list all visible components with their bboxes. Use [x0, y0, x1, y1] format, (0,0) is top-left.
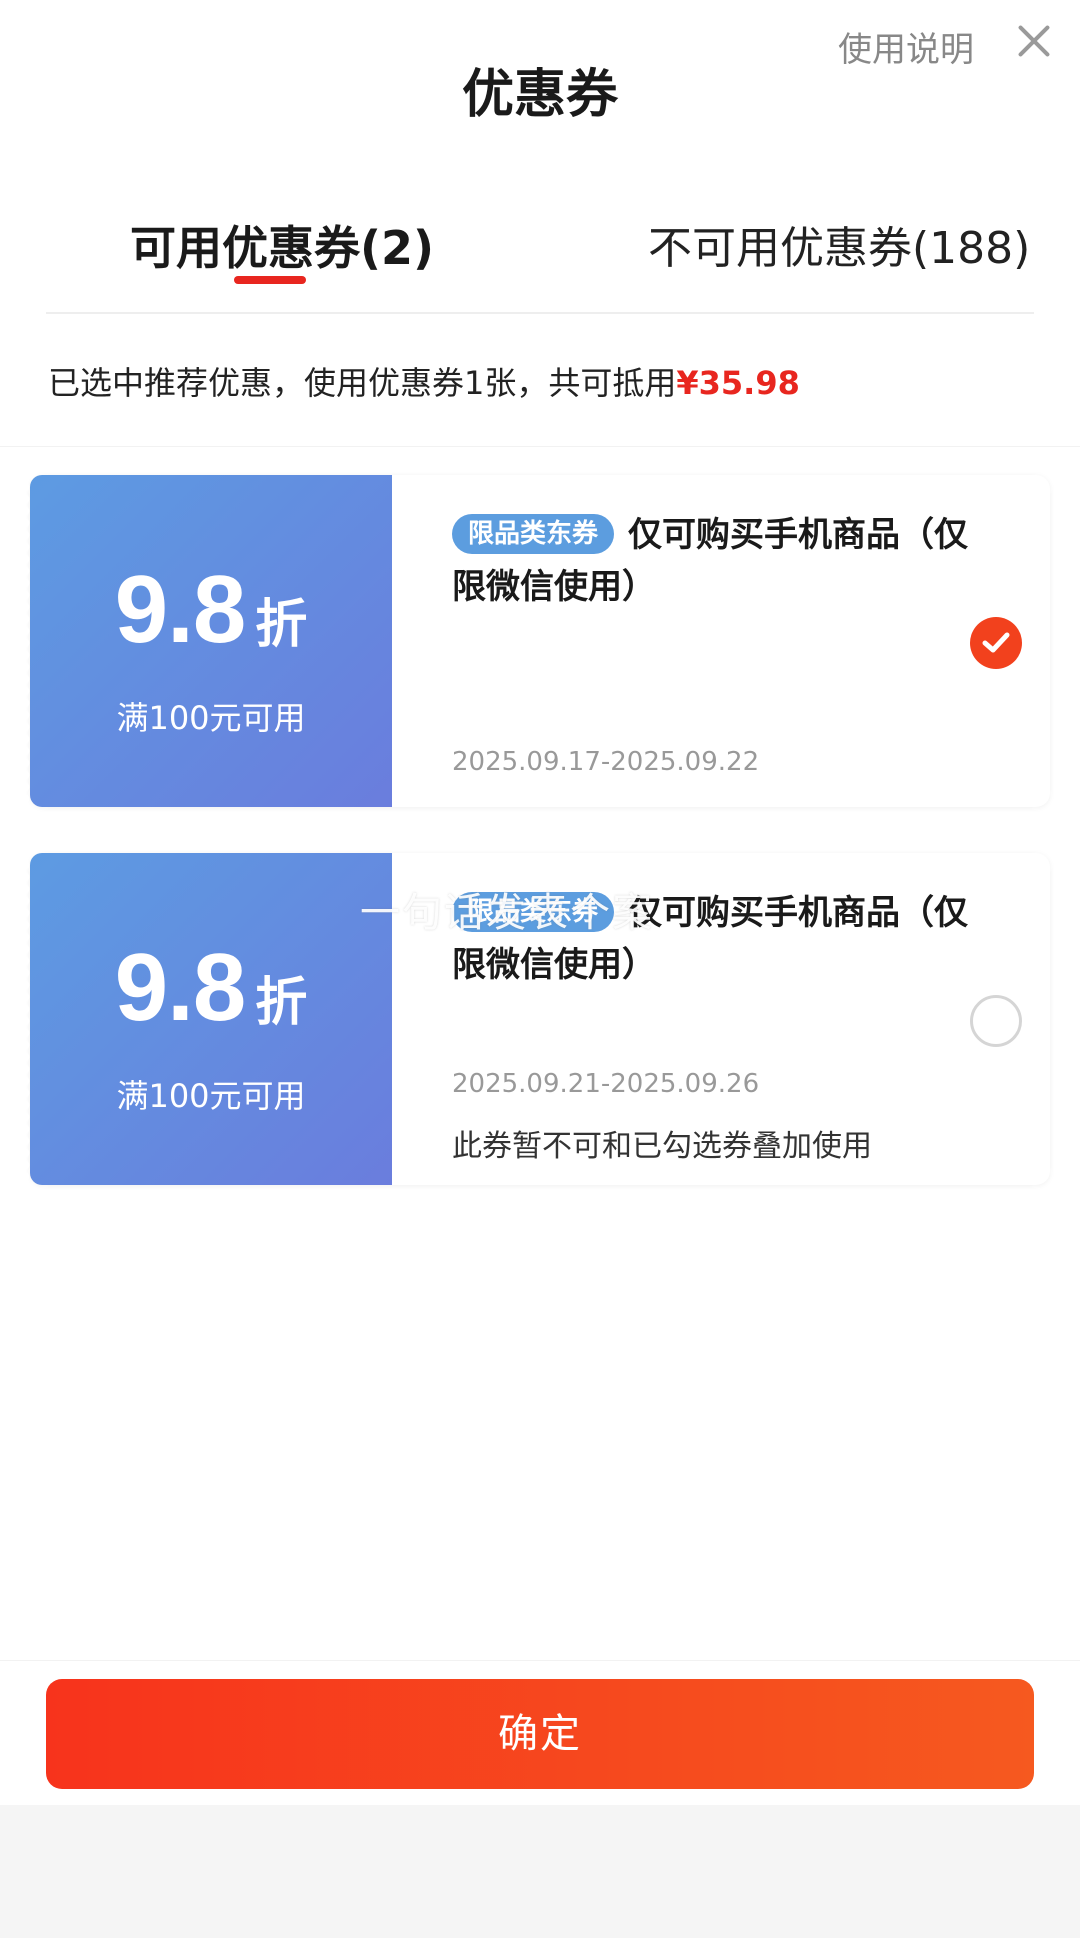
coupon-card[interactable]: 9.8 折 满100元可用 限品类东券 仅可购买手机商品（仅限微信使用） 2025.… [24, 475, 1050, 807]
checkbox-checked-icon[interactable] [970, 617, 1022, 669]
overlay-watermark-text: 一句话发表个案 [360, 890, 654, 936]
selection-summary: 已选中推荐优惠，使用优惠券1张，共可抵用¥35.98 [48, 358, 800, 404]
divider [46, 312, 1034, 314]
discount-unit: 折 [255, 595, 308, 655]
sheet-footer: 确定 [0, 1660, 1080, 1805]
tab-available[interactable]: 可用优惠券(2) [130, 212, 434, 278]
coupon-details: 限品类东券 仅可购买手机商品（仅限微信使用） 2025.09.17-2025.09… [392, 475, 1050, 807]
coupon-value-panel: 9.8 折 满100元可用 [24, 853, 392, 1185]
discount-unit: 折 [255, 973, 308, 1033]
close-icon[interactable] [1016, 22, 1052, 58]
coupon-threshold: 满100元可用 [116, 1077, 306, 1115]
category-tag: 限品类东券 [452, 514, 615, 554]
coupon-validity: 2025.09.17-2025.09.22 [452, 747, 760, 777]
discount-value: 9.8 [114, 934, 246, 1041]
coupon-value-panel: 9.8 折 满100元可用 [24, 475, 392, 807]
coupon-description: 限品类东券 仅可购买手机商品（仅限微信使用） [452, 509, 992, 613]
coupon-stacking-note: 此券暂不可和已勾选券叠加使用 [452, 1129, 872, 1164]
summary-text: 已选中推荐优惠，使用优惠券1张，共可抵用 [48, 364, 677, 402]
tab-unavailable[interactable]: 不可用优惠券(188) [648, 212, 1030, 276]
checkbox-unchecked-icon[interactable] [970, 995, 1022, 1047]
usage-instructions-link[interactable]: 使用说明 [838, 22, 974, 71]
coupon-list: 9.8 折 满100元可用 限品类东券 仅可购买手机商品（仅限微信使用） 2025.… [0, 446, 1080, 1661]
coupon-tabs: 可用优惠券(2) 不可用优惠券(188) [0, 200, 1080, 300]
confirm-button[interactable]: 确定 [46, 1679, 1034, 1789]
summary-amount: ¥35.98 [676, 364, 800, 402]
coupon-discount: 9.8 折 [30, 933, 392, 1043]
coupon-sheet: 优惠券 使用说明 可用优惠券(2) 不可用优惠券(188) 已选中推荐优惠，使用… [0, 0, 1080, 1805]
active-tab-indicator [234, 276, 306, 284]
discount-value: 9.8 [114, 556, 246, 663]
sheet-header: 优惠券 使用说明 [0, 0, 1080, 160]
coupon-discount: 9.8 折 [30, 555, 392, 665]
coupon-threshold: 满100元可用 [116, 699, 306, 737]
coupon-validity: 2025.09.21-2025.09.26 [452, 1069, 760, 1099]
